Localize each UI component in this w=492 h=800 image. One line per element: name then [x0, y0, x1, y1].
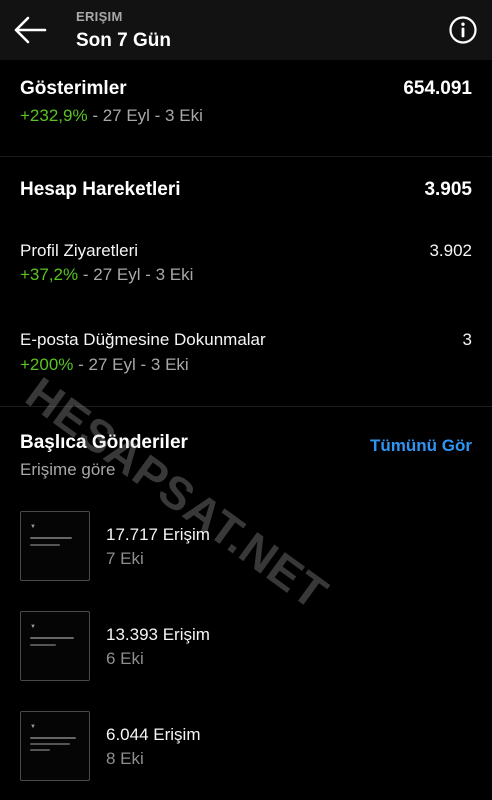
post-thumbnail[interactable]: ▼	[20, 711, 90, 781]
impressions-change-row: +232,9% - 27 Eyl - 3 Eki	[20, 106, 203, 126]
impressions-change: +232,9%	[20, 106, 88, 125]
email-taps-range: - 27 Eyl - 3 Eki	[73, 355, 189, 374]
post-reach: 6.044 Erişim	[106, 725, 201, 744]
impressions-value: 654.091	[403, 78, 472, 99]
logo-icon: ▼	[30, 724, 36, 730]
profile-visits-label: Profil Ziyaretleri	[20, 241, 139, 260]
thumb-text-line	[30, 544, 60, 546]
thumb-text-line	[30, 749, 50, 751]
top-bar: ERIŞIM Son 7 Gün	[0, 0, 492, 60]
profile-visits-change: +37,2%	[20, 265, 79, 284]
arrow-left-icon	[14, 16, 47, 44]
logo-icon: ▼	[30, 624, 36, 630]
email-taps-label: E-posta Düğmesine Dokunmalar	[20, 330, 266, 349]
watermark: HESAPSAT.NET	[16, 366, 338, 620]
see-all-link[interactable]: Tümünü Gör	[370, 436, 472, 456]
divider	[0, 406, 492, 407]
post-date: 8 Eki	[106, 749, 144, 768]
thumb-text-line	[30, 644, 56, 646]
account-activity-value: 3.905	[424, 179, 472, 200]
thumb-text-line	[30, 637, 74, 639]
top-posts-subtitle: Erişime göre	[20, 460, 116, 479]
thumb-text-line	[30, 737, 76, 739]
top-posts-title: Başlıca Gönderiler	[20, 432, 188, 453]
account-activity-label: Hesap Hareketleri	[20, 179, 181, 200]
impressions-label: Gösterimler	[20, 78, 127, 99]
email-taps-change: +200%	[20, 355, 74, 374]
email-taps-change-row: +200% - 27 Eyl - 3 Eki	[20, 355, 189, 375]
profile-visits-value: 3.902	[429, 241, 472, 260]
profile-visits-change-row: +37,2% - 27 Eyl - 3 Eki	[20, 265, 193, 285]
impressions-range: - 27 Eyl - 3 Eki	[87, 106, 203, 125]
logo-icon: ▼	[30, 524, 36, 530]
thumb-text-line	[30, 743, 70, 745]
post-date: 7 Eki	[106, 549, 144, 568]
thumb-text-line	[30, 537, 72, 539]
info-circle-icon	[449, 16, 477, 44]
post-reach: 17.717 Erişim	[106, 525, 210, 544]
info-button[interactable]	[448, 15, 478, 45]
post-date: 6 Eki	[106, 649, 144, 668]
header-kicker: ERIŞIM	[76, 9, 123, 24]
divider	[0, 156, 492, 157]
email-taps-value: 3	[462, 330, 472, 349]
page-title: Son 7 Gün	[76, 30, 171, 51]
back-button[interactable]	[12, 13, 48, 47]
post-thumbnail[interactable]: ▼	[20, 611, 90, 681]
post-reach: 13.393 Erişim	[106, 625, 210, 644]
profile-visits-range: - 27 Eyl - 3 Eki	[78, 265, 194, 284]
post-thumbnail[interactable]: ▼	[20, 511, 90, 581]
